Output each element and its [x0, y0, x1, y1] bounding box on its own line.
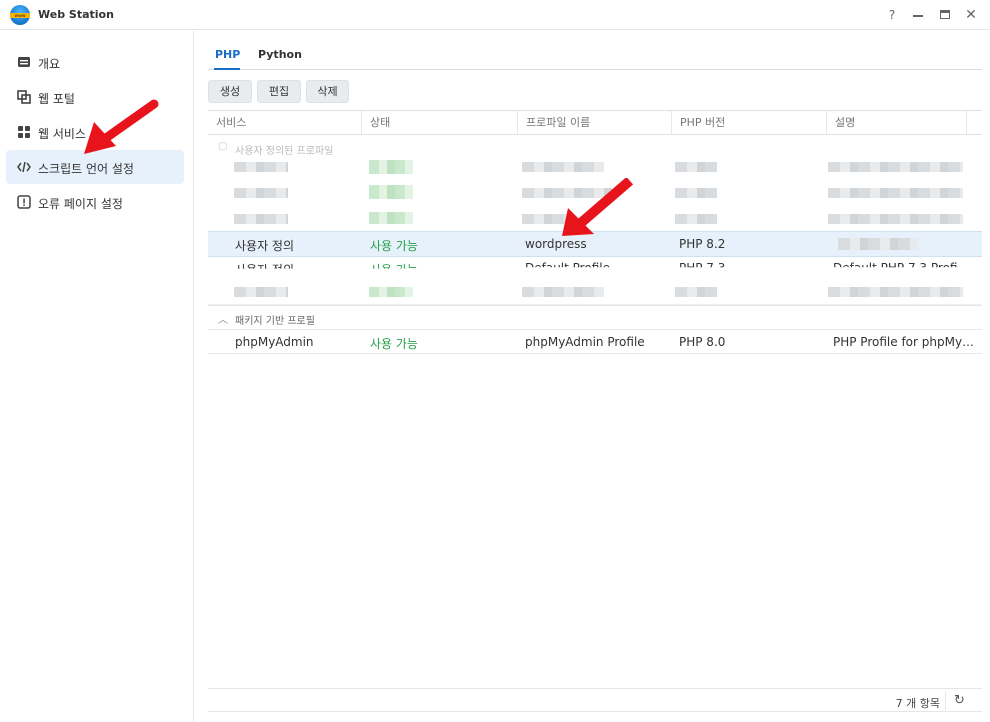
- help-button[interactable]: ?: [883, 6, 901, 24]
- annotation-arrow-icon: [84, 99, 159, 154]
- sidebar-item-label: 스크립트 언어 설정: [38, 162, 134, 176]
- cell-php-version: PHP 8.2: [679, 237, 726, 251]
- group-label: 패키지 기반 프로필: [235, 316, 315, 327]
- table-row[interactable]: phpMyAdmin 사용 가능 phpMyAdmin Profile PHP …: [208, 330, 982, 354]
- item-count: 7 개 항목: [895, 697, 940, 710]
- sidebar-item-label: 오류 페이지 설정: [38, 197, 123, 211]
- sidebar-item-label: 개요: [38, 57, 61, 71]
- tab-bar: PHP Python: [208, 40, 982, 70]
- group-row-custom[interactable]: ▢ 사용자 정의된 프로파일: [208, 136, 982, 160]
- cell-status: 사용 가능: [370, 337, 418, 351]
- cell-php-version: PHP 8.0: [679, 335, 726, 349]
- redacted-cell: [369, 185, 413, 199]
- redacted-cell: [675, 188, 717, 198]
- chevron-up-icon: ︿: [218, 315, 228, 326]
- maximize-icon: [940, 10, 950, 19]
- cell-description: Default PHP 7.3 Profile: [833, 261, 958, 275]
- column-header-service[interactable]: 서비스: [208, 111, 362, 135]
- web-portal-icon: [17, 90, 31, 104]
- edit-button[interactable]: 편집: [257, 80, 301, 103]
- redacted-cell: [675, 214, 717, 224]
- active-tab-indicator: [214, 68, 240, 70]
- code-icon: [17, 161, 31, 173]
- sidebar-item-label: 웹 포털: [38, 92, 75, 106]
- web-station-logo-icon: www: [10, 5, 30, 25]
- delete-button[interactable]: 삭제: [306, 80, 349, 103]
- column-header-php-version[interactable]: PHP 버전: [672, 111, 827, 135]
- cell-profile: phpMyAdmin Profile: [525, 335, 645, 349]
- title-bar: www Web Station ? ✕: [0, 0, 990, 30]
- annotation-arrow-icon: [562, 178, 634, 236]
- table-header: 서비스 상태 프로파일 이름 PHP 버전 설명: [208, 110, 982, 135]
- redacted-cell: [675, 287, 717, 297]
- table-row[interactable]: [208, 281, 982, 305]
- cell-description: PHP Profile for phpMy…: [833, 335, 973, 349]
- redacted-cell: [838, 238, 918, 250]
- tab-php[interactable]: PHP: [215, 48, 240, 61]
- minimize-button[interactable]: [909, 6, 927, 24]
- collapse-icon: ▢: [218, 141, 228, 152]
- redacted-cell: [522, 162, 604, 172]
- redacted-cell: [828, 188, 963, 198]
- create-button[interactable]: 생성: [208, 80, 252, 103]
- overview-icon: [18, 57, 30, 67]
- redacted-cell: [369, 212, 413, 224]
- minimize-icon: [913, 15, 923, 17]
- redacted-cell: [234, 214, 288, 224]
- column-header-description[interactable]: 설명: [827, 111, 967, 135]
- cell-service: phpMyAdmin: [235, 335, 314, 349]
- redacted-cell: [522, 287, 604, 297]
- redacted-cell: [234, 162, 288, 172]
- web-service-icon: [18, 126, 30, 138]
- redacted-cell: [828, 287, 963, 297]
- column-header-status[interactable]: 상태: [362, 111, 518, 135]
- sidebar-item-overview[interactable]: 개요: [6, 45, 184, 79]
- redacted-cell: [675, 162, 717, 172]
- cell-service: 사용자 정의: [235, 263, 295, 277]
- cell-status: 사용 가능: [370, 239, 418, 253]
- group-label: 사용자 정의된 프로파일: [235, 146, 334, 157]
- table-footer: 7 개 항목 ↻: [208, 688, 982, 712]
- group-row-package[interactable]: ︿ 패키지 기반 프로필: [208, 305, 982, 330]
- redacted-cell: [828, 162, 963, 172]
- table-row[interactable]: 사용자 정의 사용 가능 Default Profile PHP 7.3 Def…: [208, 257, 982, 281]
- cell-service: 사용자 정의: [235, 239, 295, 253]
- cell-profile: Default Profile: [525, 261, 610, 275]
- error-icon: [17, 195, 31, 209]
- column-header-profile[interactable]: 프로파일 이름: [518, 111, 672, 135]
- redacted-cell: [828, 214, 963, 224]
- tab-python[interactable]: Python: [258, 48, 302, 61]
- maximize-button[interactable]: [936, 6, 954, 24]
- redacted-cell: [234, 188, 288, 198]
- cell-status: 사용 가능: [370, 263, 418, 277]
- redacted-cell: [234, 287, 288, 297]
- redacted-cell: [369, 287, 413, 297]
- close-button[interactable]: ✕: [962, 6, 980, 24]
- sidebar-item-error-page[interactable]: 오류 페이지 설정: [6, 185, 184, 219]
- redacted-cell: [369, 160, 413, 174]
- window-title: Web Station: [38, 8, 114, 21]
- cell-php-version: PHP 7.3: [679, 261, 726, 275]
- refresh-icon[interactable]: ↻: [945, 692, 973, 710]
